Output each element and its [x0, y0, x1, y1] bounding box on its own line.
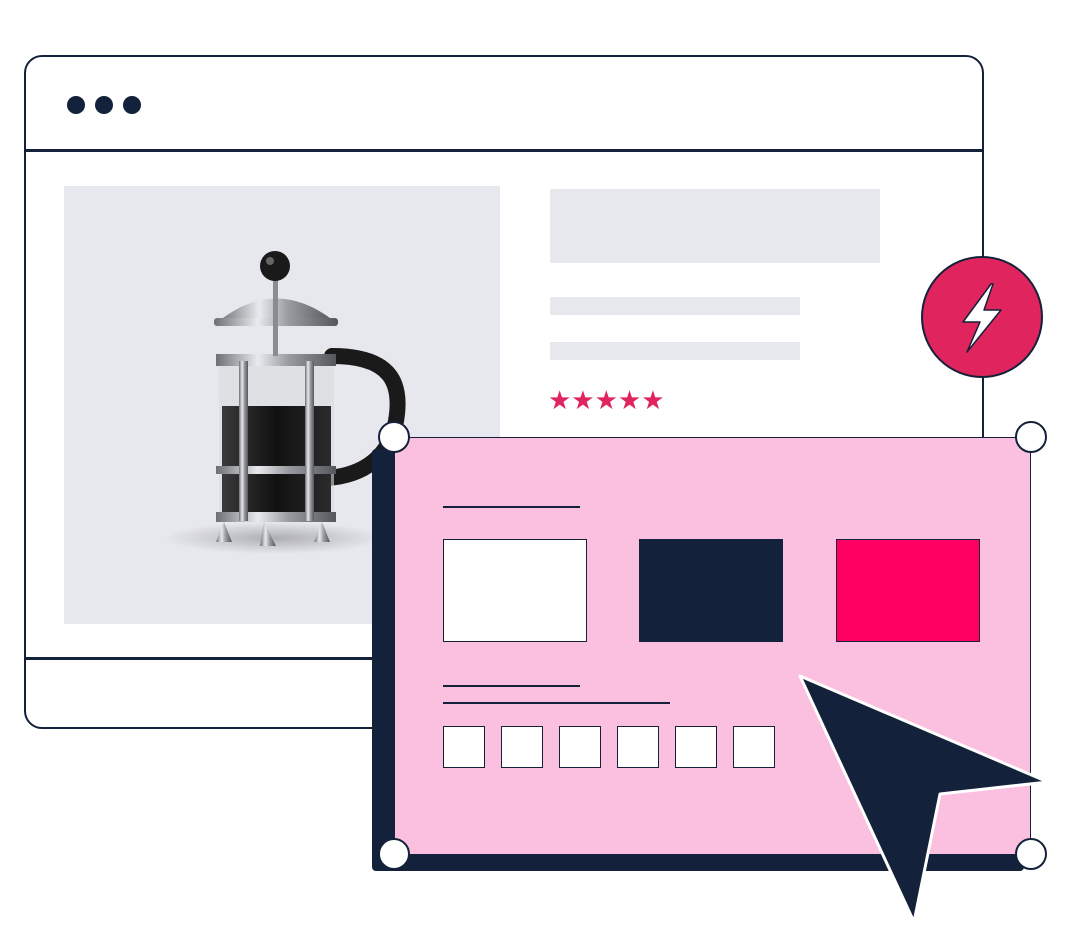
window-dot: [95, 96, 113, 114]
badge: [921, 256, 1043, 378]
resize-handle-bottom-left[interactable]: [378, 838, 410, 870]
option-box[interactable]: [559, 726, 601, 768]
cursor-arrow-icon: [798, 674, 1050, 924]
titlebar-divider: [26, 149, 982, 152]
swatch-navy[interactable]: [639, 539, 783, 642]
title-placeholder: [550, 189, 880, 263]
window-dot: [67, 96, 85, 114]
lightning-icon: [962, 283, 1002, 353]
heading-line: [443, 506, 580, 508]
option-box[interactable]: [675, 726, 717, 768]
window-dot: [123, 96, 141, 114]
text-line-placeholder: [550, 342, 800, 360]
resize-handle-top-right[interactable]: [1015, 421, 1047, 453]
option-box[interactable]: [443, 726, 485, 768]
swatch-white[interactable]: [443, 539, 587, 642]
option-box[interactable]: [501, 726, 543, 768]
subheading-line: [443, 702, 670, 704]
option-box[interactable]: [617, 726, 659, 768]
option-box[interactable]: [733, 726, 775, 768]
resize-handle-top-left[interactable]: [378, 421, 410, 453]
rating-stars: ★★★★★: [548, 385, 665, 415]
swatch-pink[interactable]: [836, 539, 980, 642]
text-line-placeholder: [550, 297, 800, 315]
subheading-line: [443, 685, 580, 687]
